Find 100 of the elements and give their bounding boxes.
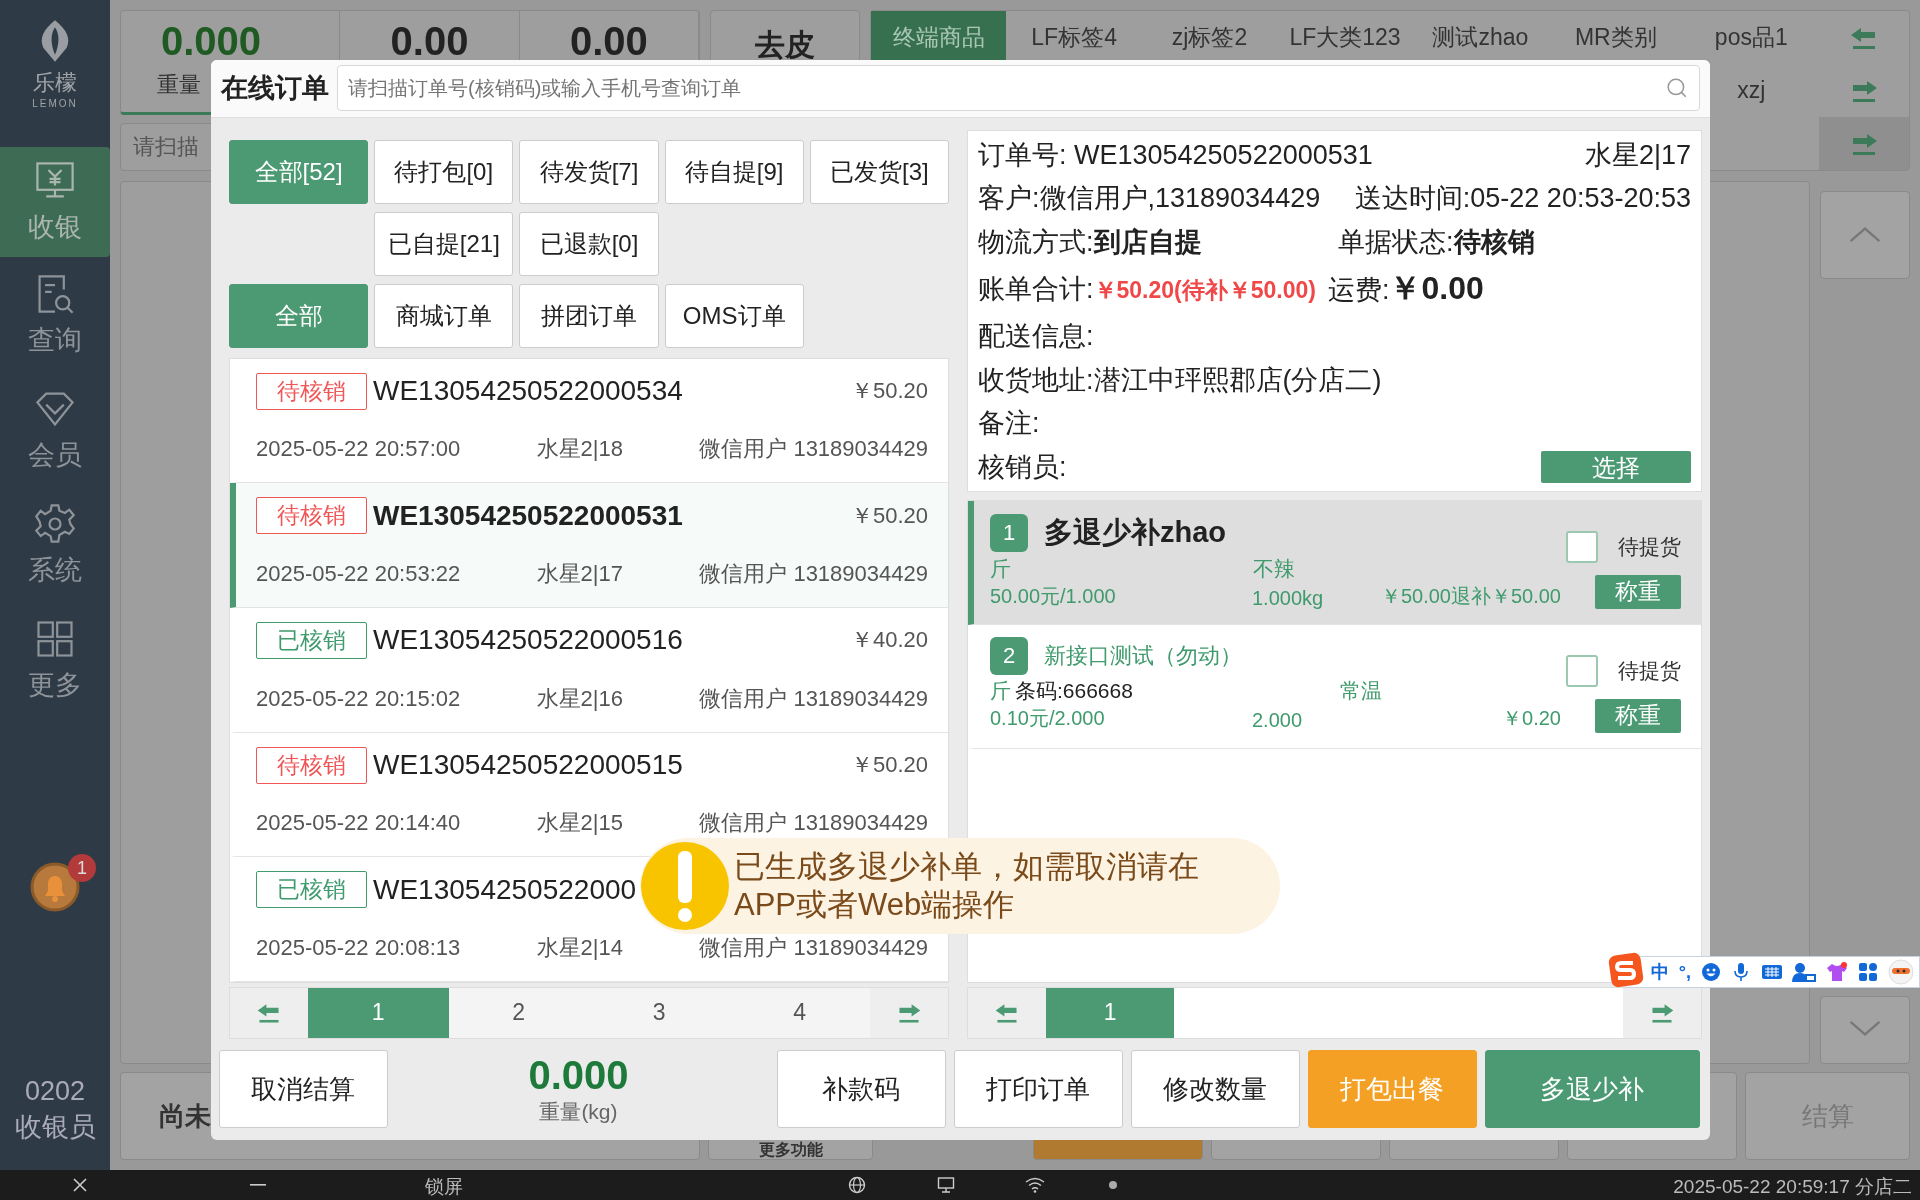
- weight-label: 重量(kg): [539, 1098, 618, 1125]
- globe-icon[interactable]: [848, 1176, 866, 1194]
- quantity: 1.000kg: [1252, 586, 1325, 610]
- mascot-icon[interactable]: [1888, 959, 1914, 985]
- smiley-icon[interactable]: [1700, 962, 1721, 982]
- order-amount: ￥50.20: [850, 501, 928, 530]
- order-number: WE13054250522000534: [373, 375, 683, 408]
- sidebar-item[interactable]: 更多: [0, 602, 110, 717]
- status-filter-tab[interactable]: 已退款[0]: [519, 211, 659, 276]
- page-number[interactable]: 1: [308, 987, 449, 1038]
- wifi-icon[interactable]: [1025, 1177, 1045, 1193]
- customer-info: 微信用户 13189034429: [699, 933, 928, 962]
- order-number: WE13054250522000516: [373, 624, 683, 657]
- status-filter-tab[interactable]: 已自提[21]: [374, 211, 514, 276]
- quantity: 2.000: [1252, 708, 1304, 732]
- order-number: WE13054250522000531: [373, 499, 683, 532]
- barcode-label: 条码:666668: [1015, 677, 1133, 704]
- table-number: 水星2|17: [536, 560, 623, 588]
- minimize-icon[interactable]: [250, 1183, 266, 1187]
- notification-badge: 1: [68, 854, 96, 882]
- previous-page-button[interactable]: [230, 987, 308, 1038]
- cancel-checkout-button[interactable]: 取消结算: [219, 1050, 388, 1129]
- status-filter-tab[interactable]: 待打包[0]: [374, 139, 514, 204]
- action-button[interactable]: 多退少补: [1484, 1050, 1700, 1129]
- checkbox[interactable]: [1566, 530, 1598, 563]
- sidebar-item[interactable]: 查询: [0, 257, 110, 372]
- punctuation-toggle[interactable]: °,: [1678, 961, 1691, 983]
- page-number[interactable]: 3: [589, 987, 730, 1038]
- bill-total-value: ￥50.20(待补￥50.00): [1093, 276, 1316, 306]
- item-number: 2: [990, 636, 1028, 675]
- search-icon[interactable]: [1666, 77, 1688, 100]
- order-status-tag: 待核销: [256, 497, 367, 535]
- order-list-item[interactable]: 已核销 WE13054250522000516 ￥40.20 2025-05-22 20:15:02 水星2|16 微信用户 13189034429: [230, 608, 948, 733]
- customer-field: 客户:微信用户,13189034429: [978, 180, 1321, 217]
- category-tab[interactable]: 测试zhao: [1412, 11, 1549, 64]
- table-number: 水星2|14: [536, 933, 623, 962]
- category-tab[interactable]: MR类别: [1548, 11, 1684, 64]
- bell-icon[interactable]: [30, 862, 80, 912]
- weight-reading: 0.000: [528, 1052, 629, 1098]
- scale-reading: 0.00: [390, 19, 469, 64]
- delivery-time-field: 送达时间:05-22 20:53-20:53: [1354, 180, 1691, 217]
- keyboard-icon[interactable]: [1760, 964, 1783, 980]
- checkbox[interactable]: [1566, 654, 1598, 687]
- weigh-button[interactable]: 称重: [1595, 698, 1681, 733]
- order-type-tab[interactable]: 商城订单: [374, 283, 514, 348]
- line-amount: ￥50.00退补￥50.00: [1380, 583, 1561, 609]
- page-number[interactable]: 1: [1046, 987, 1175, 1038]
- page-number[interactable]: 4: [729, 987, 870, 1038]
- previous-page-button[interactable]: [968, 987, 1046, 1038]
- order-status-tag: 待核销: [256, 372, 367, 410]
- order-type-tab[interactable]: 拼团订单: [519, 283, 659, 348]
- close-icon[interactable]: [72, 1177, 88, 1193]
- next-page-button[interactable]: [1623, 987, 1701, 1038]
- category-tab[interactable]: LF大类123: [1277, 11, 1413, 64]
- sidebar-item[interactable]: 系统: [0, 487, 110, 602]
- settings-icon: [33, 501, 77, 546]
- product-row[interactable]: 2 新接口测试（勿动） 斤 条码:666668 常温 0.10元/2.000 2.000 ￥0.20 待提货 称重: [968, 624, 1701, 749]
- logo-text: 乐檬: [33, 69, 77, 97]
- monitor-icon[interactable]: [937, 1176, 955, 1194]
- language-mode-toggle[interactable]: 中: [1650, 960, 1669, 984]
- order-time: 2025-05-22 20:53:22: [256, 561, 461, 587]
- lock-screen-button[interactable]: 锁屏: [425, 1174, 463, 1200]
- product-name: 多退少补zhao: [1044, 514, 1227, 550]
- order-list-item[interactable]: 待核销 WE13054250522000531 ￥50.20 2025-05-22 20:53:22 水星2|17 微信用户 13189034429: [230, 483, 948, 608]
- order-amount: ￥50.20: [850, 751, 928, 780]
- category-tab[interactable]: zj标签2: [1141, 11, 1278, 64]
- shirt-icon[interactable]: [1826, 962, 1849, 982]
- order-amount: ￥40.20: [850, 626, 928, 655]
- s-logo-icon[interactable]: [1608, 952, 1644, 988]
- order-type-tab[interactable]: OMS订单: [664, 283, 804, 348]
- table-number: 水星2|15: [536, 809, 623, 838]
- next-page-button[interactable]: [870, 987, 948, 1038]
- order-search-field[interactable]: 请扫描订单号(核销码)或输入手机号查询订单: [337, 65, 1700, 112]
- sidebar-item[interactable]: 收银: [0, 147, 110, 257]
- order-amount: ￥50.20: [850, 377, 928, 406]
- select-button[interactable]: 选择: [1541, 450, 1691, 483]
- status-filter-tab[interactable]: 已发货[3]: [809, 139, 949, 204]
- category-tab[interactable]: pos品1: [1683, 11, 1819, 64]
- sidebar-item[interactable]: 会员: [0, 372, 110, 487]
- category-tab[interactable]: LF标签4: [1006, 11, 1142, 64]
- field-label: 运费:: [1327, 274, 1390, 308]
- logo-subtitle: LEMON: [32, 98, 78, 109]
- apps-grid-icon[interactable]: [1858, 962, 1879, 982]
- user-card-icon[interactable]: [1792, 962, 1817, 982]
- order-type-tab[interactable]: 全部: [229, 283, 369, 348]
- order-status-value: 待核销: [1453, 225, 1535, 259]
- table-number: 水星2|17: [1584, 138, 1691, 172]
- action-button[interactable]: 补款码: [777, 1050, 946, 1129]
- customer-info: 微信用户 13189034429: [699, 809, 928, 838]
- page-number[interactable]: 2: [448, 987, 589, 1038]
- field-label: 备注:: [978, 407, 1040, 441]
- cashier-code: 0202: [24, 1075, 86, 1108]
- action-button[interactable]: 修改数量: [1130, 1050, 1300, 1129]
- weigh-button[interactable]: 称重: [1595, 574, 1681, 609]
- status-filter-tab[interactable]: 全部[52]: [229, 139, 369, 204]
- action-button[interactable]: 打印订单: [953, 1050, 1123, 1129]
- status-filter-tab[interactable]: 待发货[7]: [519, 139, 659, 204]
- pickup-status: 待提货: [1618, 657, 1681, 684]
- product-row[interactable]: 1 多退少补zhao 斤 不辣 50.00元/1.000 1.000kg ￥50.00退补￥50.00 待提货 称重: [968, 500, 1701, 625]
- status-filter-tab[interactable]: 待自提[9]: [664, 139, 804, 204]
